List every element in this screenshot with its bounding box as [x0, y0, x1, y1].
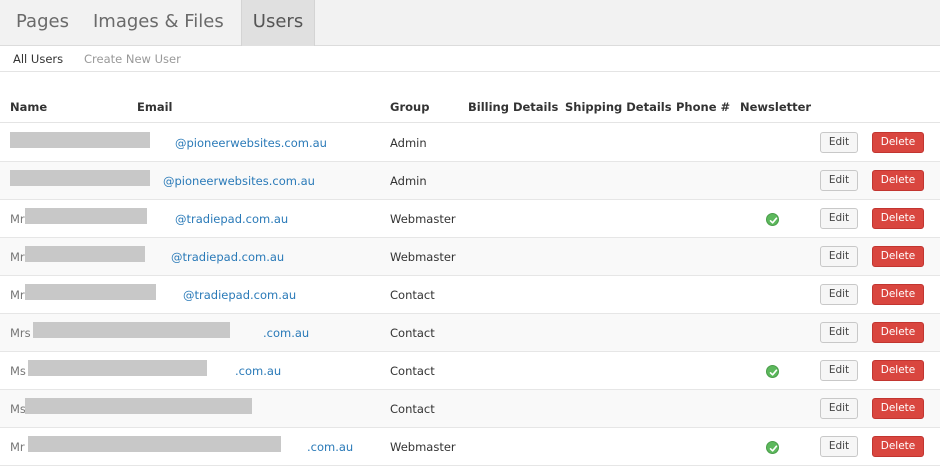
redaction-block	[10, 132, 150, 148]
redaction-block	[25, 398, 252, 414]
delete-button[interactable]: Delete	[872, 284, 924, 305]
user-email-link[interactable]: @tradiepad.com.au	[137, 250, 284, 264]
column-header-group: Group	[390, 100, 430, 114]
user-group: Contact	[390, 326, 435, 340]
user-email-link[interactable]: @pioneerwebsites.com.au	[137, 174, 315, 188]
table-row: @pioneerwebsites.com.au Admin Edit Delete	[0, 162, 940, 200]
user-name: Ms	[10, 364, 26, 378]
check-circle-icon	[766, 365, 779, 378]
user-group: Webmaster	[390, 250, 456, 264]
user-group: Webmaster	[390, 440, 456, 454]
email-domain: @tradiepad.com.au	[175, 212, 289, 226]
user-email-link[interactable]: @tradiepad.com.au	[137, 288, 296, 302]
email-domain: @tradiepad.com.au	[171, 250, 285, 264]
table-row: Ms.comContactEditDelete	[0, 390, 940, 428]
email-domain: @tradiepad.com.au	[183, 288, 297, 302]
user-group: Admin	[390, 136, 427, 150]
all-users-link[interactable]: All Users	[13, 52, 63, 66]
column-header-newsletter: Newsletter	[740, 100, 812, 114]
user-name: Mr	[10, 288, 25, 302]
table-row: Mr @tradiepad.com.au Webmaster Edit Delete	[0, 200, 940, 238]
table-row: Mr @tradiepad.com.au Webmaster Edit Delete	[0, 238, 940, 276]
redaction-block	[25, 208, 147, 224]
create-new-user-link[interactable]: Create New User	[84, 52, 181, 66]
email-domain: .com.au	[307, 440, 354, 454]
delete-button[interactable]: Delete	[872, 360, 924, 381]
user-name: Ms	[10, 402, 26, 416]
user-group: Contact	[390, 364, 435, 378]
delete-button[interactable]: Delete	[872, 322, 924, 343]
user-email-link[interactable]: @tradiepad.com.au	[137, 212, 288, 226]
redaction-block	[25, 246, 145, 262]
redaction-block	[28, 360, 207, 376]
email-domain: @pioneerwebsites.com.au	[163, 174, 315, 188]
edit-button[interactable]: Edit	[820, 360, 858, 381]
edit-button[interactable]: Edit	[820, 322, 858, 343]
delete-button[interactable]: Delete	[872, 246, 924, 267]
user-group: Webmaster	[390, 212, 456, 226]
edit-button[interactable]: Edit	[820, 436, 858, 457]
user-name: Mr	[10, 440, 25, 454]
user-name: Mr	[10, 250, 25, 264]
redaction-block	[10, 170, 150, 186]
table-row: Ms .com.au Contact Edit Delete	[0, 352, 940, 390]
redaction-block	[33, 322, 230, 338]
delete-button[interactable]: Delete	[872, 398, 924, 419]
user-email-link[interactable]: .com.au	[235, 364, 281, 378]
table-row: Mrs .com.au Contact Edit Delete	[0, 314, 940, 352]
user-group: Admin	[390, 174, 427, 188]
tab-images-files[interactable]: Images & Files	[93, 0, 224, 46]
user-group: Contact	[390, 288, 435, 302]
users-table-header: Name Email Group Billing Details Shippin…	[0, 96, 940, 123]
edit-button[interactable]: Edit	[820, 246, 858, 267]
redaction-block	[25, 284, 156, 300]
column-header-phone: Phone #	[676, 100, 731, 114]
email-domain: @pioneerwebsites.com.au	[175, 136, 327, 150]
column-header-shipping-details: Shipping Details	[565, 100, 672, 114]
delete-button[interactable]: Delete	[872, 132, 924, 153]
column-header-email: Email	[137, 100, 173, 114]
redaction-block	[28, 436, 281, 452]
user-group: Contact	[390, 402, 435, 416]
user-name: Mrs	[10, 326, 31, 340]
sub-navigation: All Users Create New User	[0, 46, 940, 72]
user-email-link[interactable]: .com.au	[263, 326, 309, 340]
delete-button[interactable]: Delete	[872, 208, 924, 229]
column-header-billing-details: Billing Details	[468, 100, 559, 114]
column-header-name: Name	[10, 100, 48, 114]
edit-button[interactable]: Edit	[820, 208, 858, 229]
check-circle-icon	[766, 441, 779, 454]
delete-button[interactable]: Delete	[872, 170, 924, 191]
top-navigation: Pages Images & Files Users	[0, 0, 940, 46]
check-circle-icon	[766, 213, 779, 226]
user-email-link[interactable]: .com.au	[307, 440, 353, 454]
user-name: Mr	[10, 212, 25, 226]
edit-button[interactable]: Edit	[820, 132, 858, 153]
edit-button[interactable]: Edit	[820, 170, 858, 191]
tab-users[interactable]: Users	[241, 0, 315, 46]
edit-button[interactable]: Edit	[820, 398, 858, 419]
tab-pages[interactable]: Pages	[16, 0, 69, 46]
table-row: @pioneerwebsites.com.au Admin Edit Delete	[0, 124, 940, 162]
email-domain: .com.au	[235, 364, 282, 378]
delete-button[interactable]: Delete	[872, 436, 924, 457]
user-email-link[interactable]: @pioneerwebsites.com.au	[137, 136, 327, 150]
email-domain: .com.au	[263, 326, 310, 340]
table-row: Mr @tradiepad.com.au Contact Edit Delete	[0, 276, 940, 314]
edit-button[interactable]: Edit	[820, 284, 858, 305]
table-row: Mr .com.au Webmaster Edit Delete	[0, 428, 940, 466]
